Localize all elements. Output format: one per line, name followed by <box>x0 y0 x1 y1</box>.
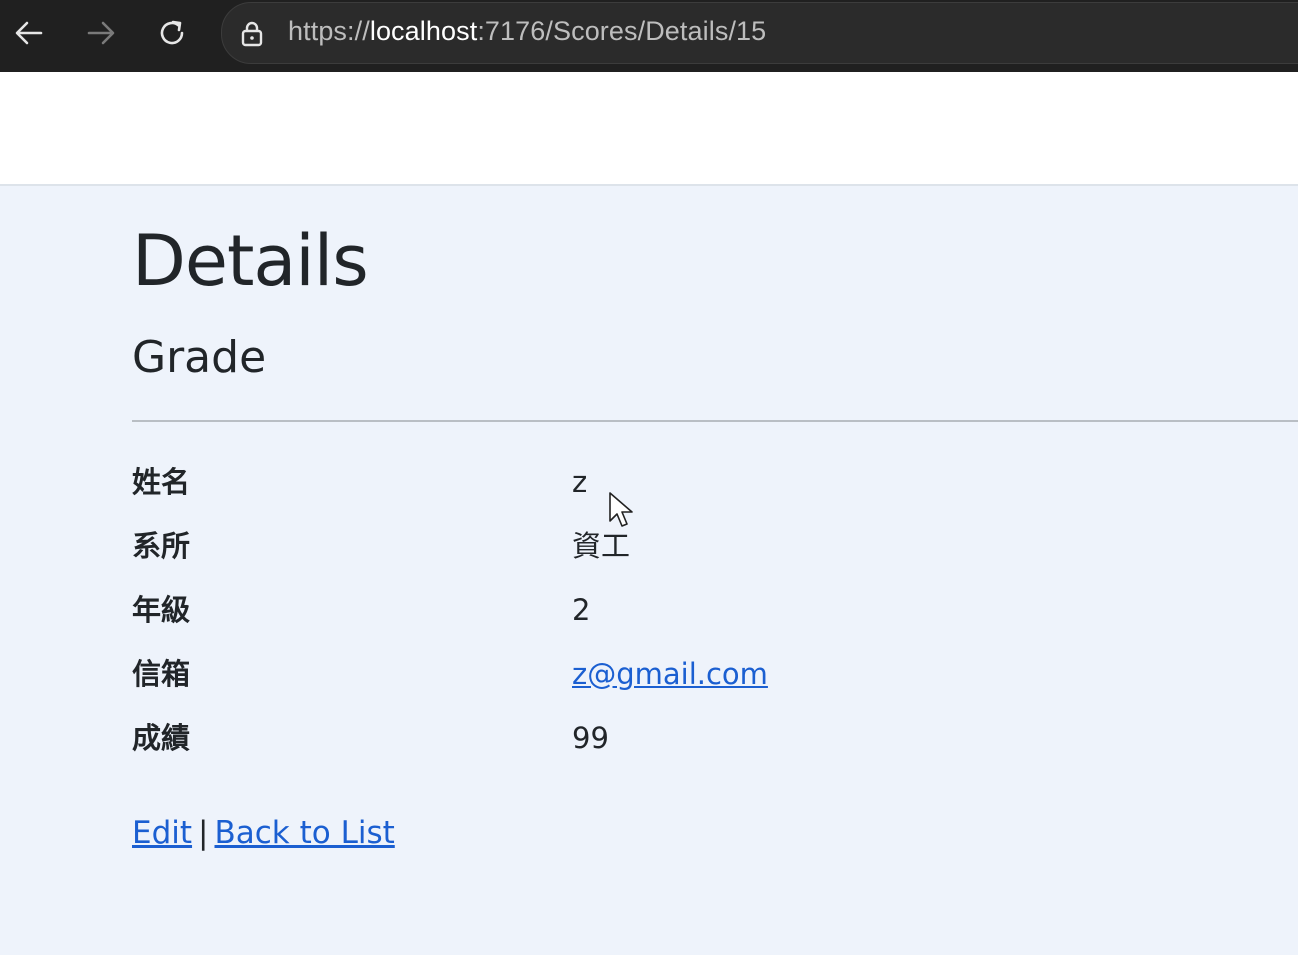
page-subtitle: Grade <box>132 332 267 383</box>
detail-value: z <box>572 465 588 499</box>
detail-row-email: 信箱 z@gmail.com <box>132 649 1298 699</box>
detail-label: 信箱 <box>132 657 191 691</box>
edit-link[interactable]: Edit <box>132 815 192 851</box>
detail-label: 系所 <box>132 529 191 563</box>
url-path: :7176/Scores/Details/15 <box>477 16 767 46</box>
page-title: Details <box>132 220 369 302</box>
reload-button[interactable] <box>151 12 193 54</box>
forward-button[interactable] <box>80 12 122 54</box>
arrow-left-icon <box>15 21 43 45</box>
mouse-cursor-icon <box>609 492 633 527</box>
detail-value: 2 <box>572 593 591 627</box>
url-scheme: https:// <box>288 16 370 46</box>
detail-row-score: 成績 99 <box>132 713 1298 763</box>
reload-icon <box>160 20 184 45</box>
link-separator: | <box>198 815 209 851</box>
detail-label: 姓名 <box>132 465 191 499</box>
detail-value: 99 <box>572 721 609 755</box>
detail-row-department: 系所 資工 <box>132 521 1298 571</box>
lock-icon[interactable] <box>238 20 266 48</box>
url-text[interactable]: https://localhost:7176/Scores/Details/15 <box>288 16 766 47</box>
detail-label: 成績 <box>132 721 191 755</box>
detail-label: 年級 <box>132 593 191 627</box>
back-to-list-link[interactable]: Back to List <box>215 815 395 851</box>
detail-value: z@gmail.com <box>572 649 768 699</box>
url-host: localhost <box>369 16 478 46</box>
action-links: Edit | Back to List <box>132 808 395 858</box>
detail-row-year: 年級 2 <box>132 585 1298 635</box>
back-button[interactable] <box>8 12 50 54</box>
arrow-right-icon <box>87 21 115 45</box>
browser-toolbar: https://localhost:7176/Scores/Details/15 <box>0 0 1298 72</box>
address-bar[interactable]: https://localhost:7176/Scores/Details/15 <box>221 2 1298 64</box>
detail-row-name: 姓名 z <box>132 457 1298 507</box>
email-link[interactable]: z@gmail.com <box>572 657 768 691</box>
site-header <box>0 72 1298 186</box>
divider <box>132 420 1298 422</box>
